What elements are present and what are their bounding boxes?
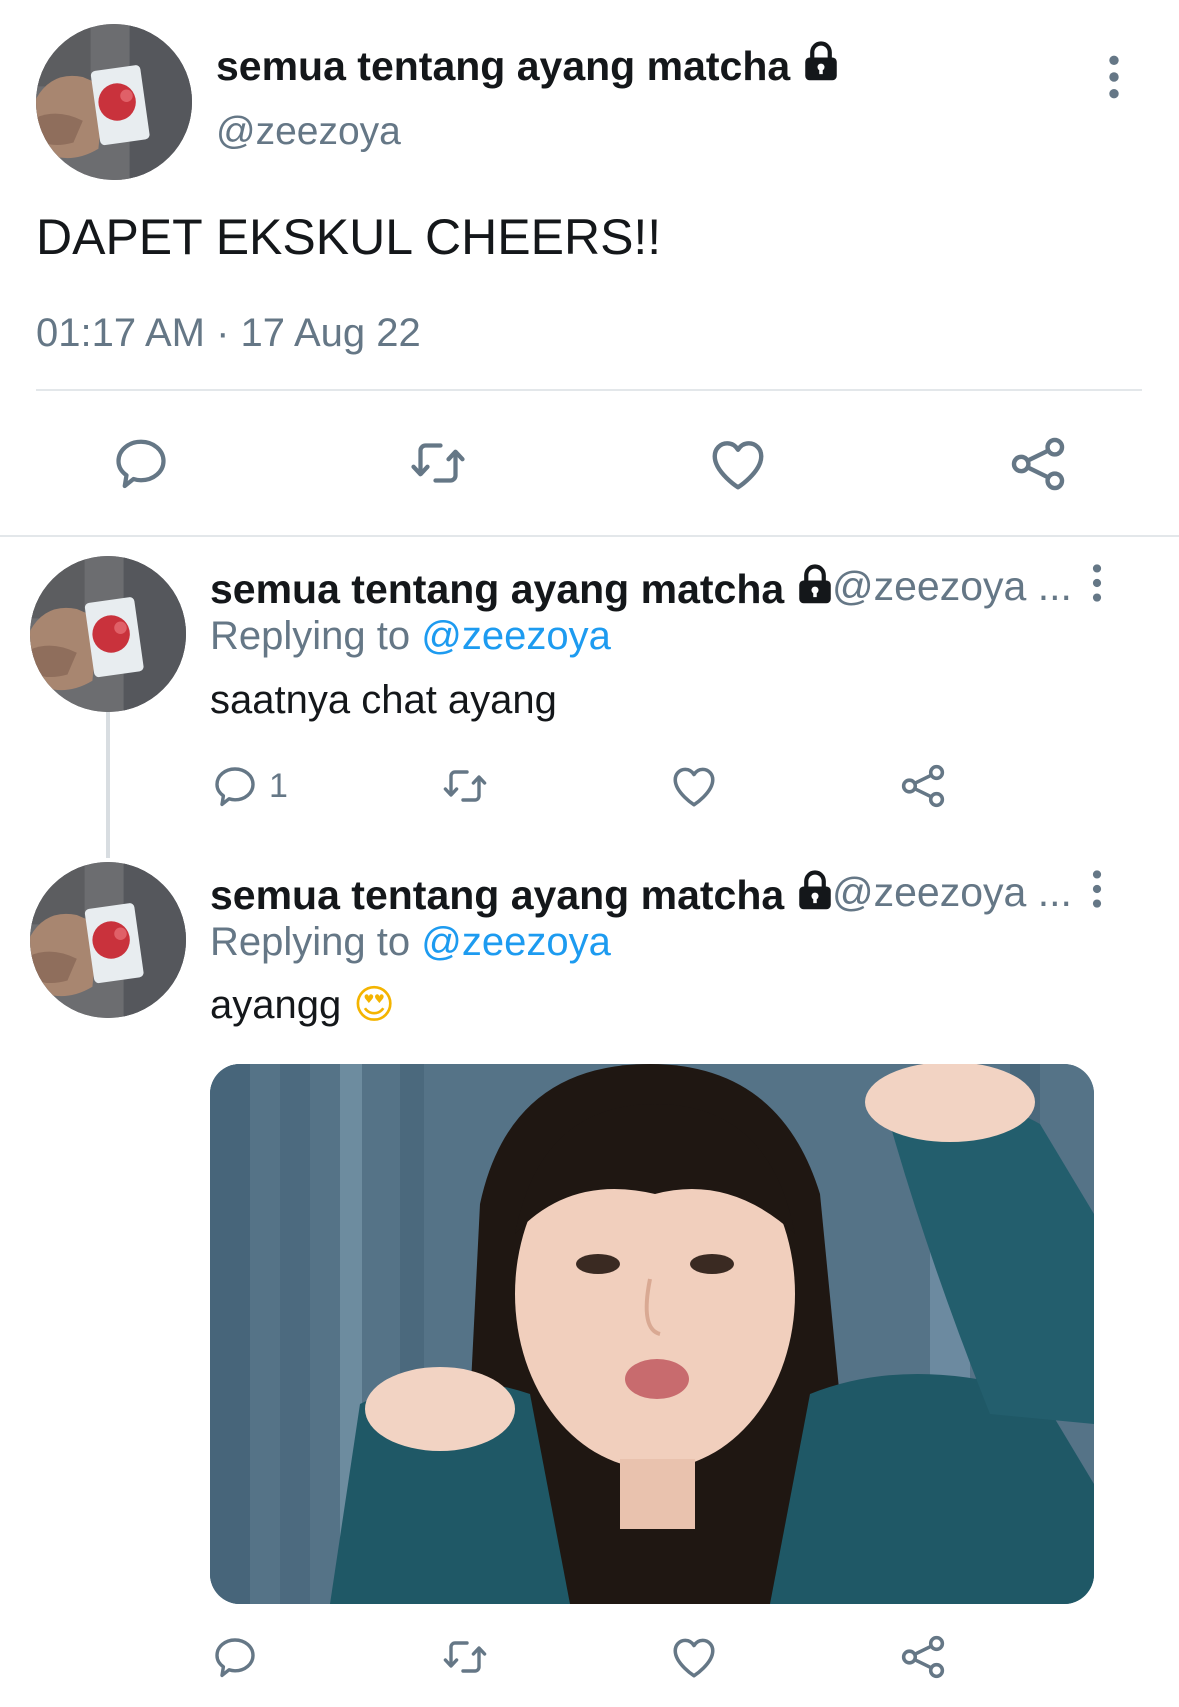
lock-icon [800, 40, 842, 92]
heart-icon [669, 1632, 719, 1682]
display-name[interactable]: semua tentang ayang matcha [210, 869, 836, 921]
reply-count: 1 [269, 766, 288, 805]
share-button[interactable] [1007, 433, 1069, 495]
user-handle[interactable]: @zeezoya ... [832, 563, 1072, 610]
retweet-button[interactable] [437, 1633, 493, 1681]
user-handle[interactable]: @zeezoya ... [832, 869, 1072, 916]
user-handle[interactable]: @zeezoya [216, 110, 401, 154]
tweet-text: DAPET EKSKUL CHEERS!! [36, 209, 662, 265]
avatar[interactable] [30, 556, 186, 712]
display-name[interactable]: semua tentang ayang matcha [210, 563, 836, 615]
reply-icon [211, 762, 259, 810]
reply-icon [211, 1633, 259, 1681]
reply-button[interactable] [111, 433, 171, 493]
display-name[interactable]: semua tentang ayang matcha [216, 40, 842, 92]
retweet-button[interactable] [437, 762, 493, 810]
share-button[interactable] [898, 1632, 948, 1682]
more-options-icon[interactable] [1090, 869, 1104, 909]
replying-to: Replying to @zeezoya [210, 920, 611, 964]
lock-icon [794, 869, 836, 921]
replying-to-link[interactable]: @zeezoya [421, 920, 611, 964]
retweet-icon [437, 1633, 493, 1681]
tweet-text: ayangg 😍 [210, 982, 395, 1028]
share-icon [1007, 433, 1069, 495]
tweet-timestamp: 01:17 AM · 17 Aug 22 [36, 311, 421, 355]
like-button[interactable] [669, 1632, 719, 1682]
share-button[interactable] [898, 761, 948, 811]
reply-icon [111, 433, 171, 493]
lock-icon [794, 563, 836, 615]
more-options-icon[interactable] [1090, 563, 1104, 603]
heart-eyes-emoji: 😍 [353, 982, 395, 1028]
tweet-text: saatnya chat ayang [210, 678, 557, 722]
share-icon [898, 761, 948, 811]
divider [36, 389, 1142, 391]
divider [0, 535, 1179, 537]
heart-icon [707, 433, 769, 495]
replying-to-link[interactable]: @zeezoya [421, 614, 611, 658]
reply-button[interactable]: 1 [211, 762, 288, 810]
tweet-photo[interactable] [210, 1064, 1094, 1604]
heart-icon [669, 761, 719, 811]
avatar[interactable] [36, 24, 192, 180]
share-icon [898, 1632, 948, 1682]
retweet-button[interactable] [405, 433, 471, 493]
like-button[interactable] [707, 433, 769, 495]
thread-line [106, 712, 110, 858]
like-button[interactable] [669, 761, 719, 811]
more-options-icon[interactable] [1107, 54, 1121, 100]
reply-button[interactable] [211, 1633, 259, 1681]
retweet-icon [437, 762, 493, 810]
replying-to: Replying to @zeezoya [210, 614, 611, 658]
avatar[interactable] [30, 862, 186, 1018]
retweet-icon [405, 433, 471, 493]
